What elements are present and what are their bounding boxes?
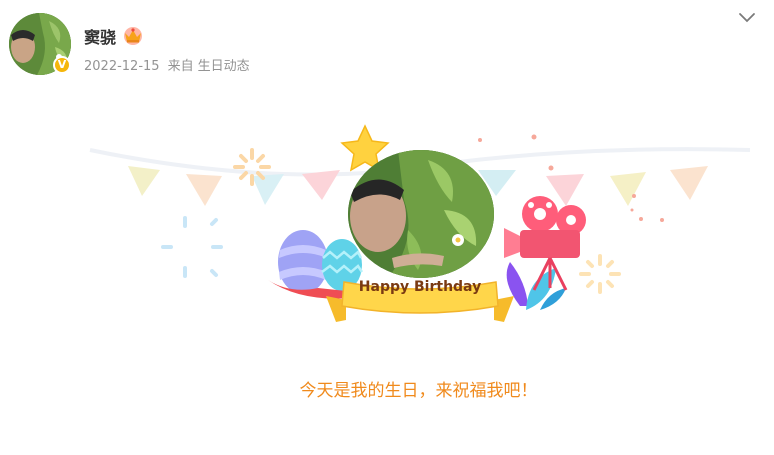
post-date[interactable]: 2022-12-15 <box>84 59 160 74</box>
post-source-prefix: 来自 <box>167 59 194 74</box>
verified-badge: V <box>53 56 71 74</box>
sparkle-left <box>233 148 271 186</box>
post-meta: 2022-12-15 来自 生日动态 <box>84 55 258 74</box>
birthday-caption: 今天是我的生日，来祝福我吧！ <box>299 381 538 401</box>
username[interactable]: 窦骁 <box>84 24 116 48</box>
sparkle-right <box>579 254 621 294</box>
crown-icon[interactable] <box>122 25 144 45</box>
birthday-photo <box>348 150 494 278</box>
sparkle-blue <box>161 216 223 278</box>
happy-birthday-banner: Happy Birthday <box>358 279 482 295</box>
chevron-down-icon[interactable] <box>737 10 757 26</box>
post-source[interactable]: 生日动态 <box>198 59 250 74</box>
